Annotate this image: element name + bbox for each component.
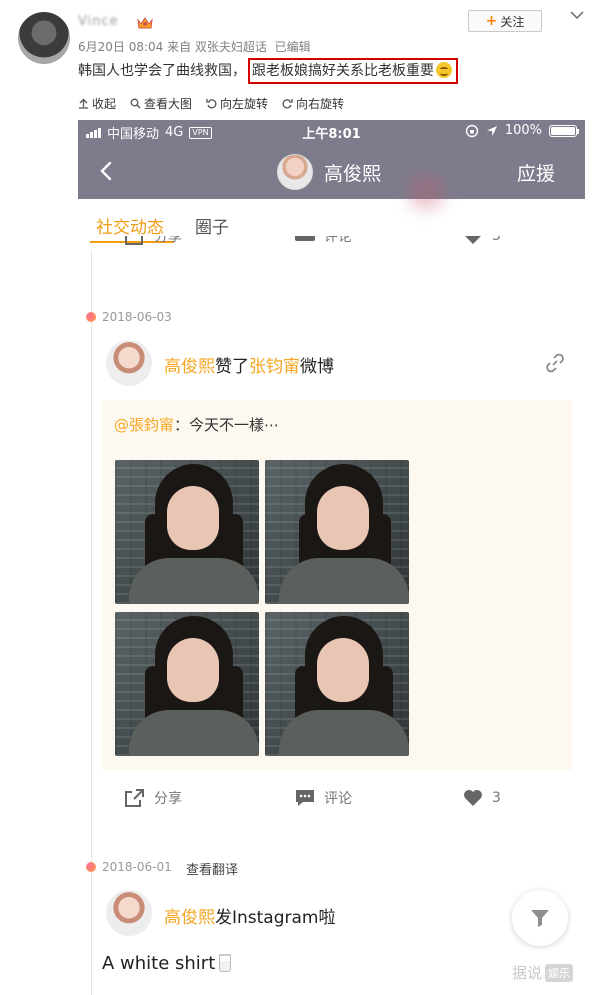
rotate-left-label: 向左旋转 (220, 96, 269, 111)
rotate-left-button[interactable]: 向左旋转 (206, 95, 268, 112)
comment-icon (295, 236, 315, 241)
search-icon (130, 98, 141, 108)
chevron-down-icon[interactable] (568, 8, 586, 22)
watermark: 据说 娱乐 (512, 962, 574, 983)
feed-title: 高俊熙赞了张钧甯微博 (164, 352, 334, 377)
filter-button[interactable] (512, 890, 568, 946)
smile-emoji-icon (436, 62, 452, 78)
actor-link[interactable]: 高俊熙 (164, 357, 215, 377)
watermark-badge: 娱乐 (545, 963, 574, 982)
photo-thumbnail[interactable] (115, 612, 259, 756)
post-text-plain: 韩国人也学会了曲线救国， (78, 63, 246, 79)
collapse-button[interactable]: 收起 (78, 95, 116, 112)
post-text-highlight: 跟老板娘搞好关系比老板重要 (252, 63, 434, 79)
post-time-source: 6月20日 08:04 来自 双张夫妇超话 (78, 40, 267, 54)
edited-label: 已编辑 (274, 40, 311, 54)
target-link[interactable]: 张钧甯 (249, 357, 300, 377)
filter-funnel-icon (531, 910, 549, 927)
feed-suffix: 发Instagram啦 (215, 908, 336, 928)
like-button[interactable]: 3 (462, 236, 501, 246)
comment-button[interactable]: 评论 (294, 788, 352, 808)
feed-date: 2018-06-01 (102, 860, 172, 874)
rotation-lock-icon (465, 124, 479, 137)
feed-date: 2018-06-03 (102, 310, 172, 324)
follow-button[interactable]: + 关注 (468, 10, 542, 32)
watermark-text: 据说 (512, 964, 543, 982)
tab-circle[interactable]: 圈子 (195, 213, 229, 238)
battery-icon (549, 124, 579, 137)
comment-label: 评论 (324, 791, 352, 807)
translate-link[interactable]: 查看翻译 (186, 859, 238, 878)
rotate-right-icon (282, 98, 293, 108)
rotate-left-icon (206, 98, 217, 108)
feed-verb: 赞了 (215, 357, 249, 377)
caption-text: A white shirt (102, 953, 216, 974)
highlighted-text-box: 跟老板娘搞好关系比老板重要 (248, 58, 458, 84)
rotate-right-button[interactable]: 向右旋转 (282, 95, 344, 112)
comment-icon (296, 790, 314, 806)
action-row: 分享 评论 3 (78, 788, 585, 814)
timeline-line (91, 250, 92, 995)
follow-label: 关注 (500, 14, 525, 29)
weibo-post: Vince 6月20日 08:04 来自 双张夫妇超话 已编辑 + 关注 韩国人… (0, 0, 600, 995)
like-count: 3 (492, 236, 501, 244)
nav-title: 高俊熙 (324, 163, 382, 185)
share-button[interactable]: 分享 (124, 788, 182, 808)
support-button[interactable]: 应援 (517, 159, 555, 186)
link-icon[interactable] (544, 352, 566, 374)
location-icon (486, 125, 497, 136)
timeline-dot (86, 312, 96, 322)
image-toolbar: 收起 查看大图 向左旋转 向右旋转 (78, 92, 344, 114)
share-label: 分享 (154, 236, 182, 245)
photo-thumbnail[interactable] (115, 460, 259, 604)
share-icon (125, 789, 144, 807)
view-large-label: 查看大图 (144, 96, 193, 111)
share-icon (125, 236, 143, 245)
feed-caption: A white shirt (102, 953, 232, 974)
avatar[interactable] (18, 12, 70, 64)
action-row-previous: 分享 评论 3 (78, 236, 585, 256)
feed-title: 高俊熙发Instagram啦 (164, 903, 336, 928)
nav-bar: 高俊熙 应援 (78, 144, 585, 210)
status-right: 100% (465, 123, 579, 138)
photo-thumbnail[interactable] (265, 612, 409, 756)
back-arrow-icon[interactable] (96, 160, 118, 182)
comment-label: 评论 (324, 236, 352, 245)
share-label: 分享 (154, 791, 182, 807)
username[interactable]: Vince (78, 14, 119, 29)
feed-avatar[interactable] (106, 340, 152, 386)
collapse-up-icon (79, 98, 88, 109)
share-button[interactable]: 分享 (124, 236, 182, 246)
like-button[interactable]: 3 (462, 788, 501, 808)
comment-button[interactable]: 评论 (294, 236, 352, 246)
mention-link[interactable]: @張鈞甯 (114, 416, 174, 434)
crown-badge-icon (137, 17, 153, 29)
feed-avatar[interactable] (106, 890, 152, 936)
feed-suffix: 微博 (300, 357, 334, 377)
like-count: 3 (492, 790, 501, 806)
quoted-post[interactable]: @張鈞甯：今天不一樣⋯ (102, 400, 572, 770)
actor-link[interactable]: 高俊熙 (164, 908, 215, 928)
plus-icon: + (485, 13, 498, 29)
collapse-label: 收起 (92, 96, 117, 111)
quoted-text: @張鈞甯：今天不一樣⋯ (114, 414, 279, 435)
status-bar: 中国移动 4G VPN 上午8:01 100% (78, 120, 585, 144)
battery-percent: 100% (504, 123, 542, 138)
post-text: 韩国人也学会了曲线救国， 跟老板娘搞好关系比老板重要 (78, 58, 458, 84)
rotate-right-label: 向右旋转 (296, 96, 345, 111)
embedded-screenshot[interactable]: 中国移动 4G VPN 上午8:01 100% 高俊熙 应援 社交动态 圈子 分… (78, 120, 585, 995)
heart-icon (464, 790, 482, 806)
view-large-button[interactable]: 查看大图 (130, 95, 192, 112)
tab-social-feed[interactable]: 社交动态 (96, 213, 164, 238)
timeline-dot (86, 862, 96, 872)
quote-body: ：今天不一樣⋯ (174, 416, 280, 434)
photo-thumbnail[interactable] (265, 460, 409, 604)
milk-glass-emoji-icon (219, 954, 232, 972)
post-header: Vince 6月20日 08:04 来自 双张夫妇超话 已编辑 + 关注 韩国人… (0, 0, 600, 90)
post-meta: 6月20日 08:04 来自 双张夫妇超话 已编辑 (78, 38, 311, 55)
profile-avatar[interactable] (277, 154, 313, 190)
heart-icon (465, 236, 481, 244)
